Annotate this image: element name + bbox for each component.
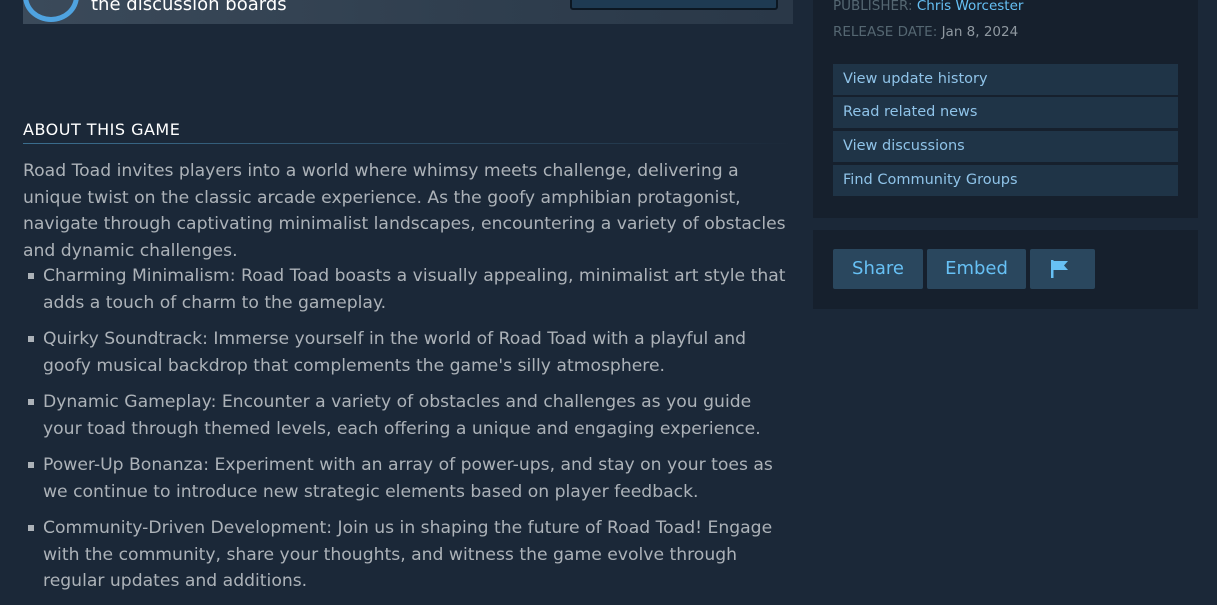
- feature-text: Community-Driven Development: Join us in…: [43, 518, 773, 591]
- bullet-icon: [28, 462, 34, 468]
- discussion-icon: [23, 0, 79, 22]
- view-discussions-link[interactable]: View discussions: [833, 131, 1178, 162]
- share-button[interactable]: Share: [833, 249, 923, 289]
- feature-item: Power-Up Bonanza: Experiment with an arr…: [23, 452, 795, 505]
- bullet-icon: [28, 336, 34, 342]
- publisher-label: PUBLISHER:: [833, 0, 913, 14]
- bullet-icon: [28, 525, 34, 531]
- feature-item: Dynamic Gameplay: Encounter a variety of…: [23, 389, 795, 442]
- discussion-banner[interactable]: the discussion boards: [23, 0, 793, 24]
- bullet-icon: [28, 273, 34, 279]
- feature-text: Charming Minimalism: Road Toad boasts a …: [43, 266, 786, 313]
- share-panel: Share Embed: [813, 230, 1198, 309]
- feature-text: Power-Up Bonanza: Experiment with an arr…: [43, 455, 773, 502]
- flag-icon: [1051, 260, 1068, 278]
- read-related-news-link[interactable]: Read related news: [833, 97, 1178, 128]
- banner-text: the discussion boards: [91, 0, 287, 15]
- feature-item: Quirky Soundtrack: Immerse yourself in t…: [23, 326, 795, 379]
- release-date-label: RELEASE DATE:: [833, 24, 938, 40]
- about-intro: Road Toad invites players into a world w…: [23, 161, 786, 261]
- game-info-panel: PUBLISHER: Chris Worcester RELEASE DATE:…: [813, 0, 1198, 218]
- feature-list: Charming Minimalism: Road Toad boasts a …: [23, 263, 795, 605]
- discussion-button[interactable]: [570, 0, 778, 10]
- feature-item: Community-Driven Development: Join us in…: [23, 515, 795, 595]
- release-date-row: RELEASE DATE: Jan 8, 2024: [833, 24, 1018, 40]
- publisher-row: PUBLISHER: Chris Worcester: [833, 0, 1023, 14]
- report-button[interactable]: [1030, 249, 1095, 289]
- publisher-link[interactable]: Chris Worcester: [917, 0, 1024, 14]
- view-update-history-link[interactable]: View update history: [833, 64, 1178, 95]
- about-heading: ABOUT THIS GAME: [23, 120, 793, 144]
- embed-button[interactable]: Embed: [927, 249, 1026, 289]
- find-community-groups-link[interactable]: Find Community Groups: [833, 165, 1178, 196]
- feature-item: Charming Minimalism: Road Toad boasts a …: [23, 263, 795, 316]
- release-date-value: Jan 8, 2024: [941, 24, 1019, 40]
- bullet-icon: [28, 399, 34, 405]
- scrollbar-track[interactable]: [1211, 0, 1217, 593]
- feature-text: Quirky Soundtrack: Immerse yourself in t…: [43, 329, 747, 376]
- feature-text: Dynamic Gameplay: Encounter a variety of…: [43, 392, 761, 439]
